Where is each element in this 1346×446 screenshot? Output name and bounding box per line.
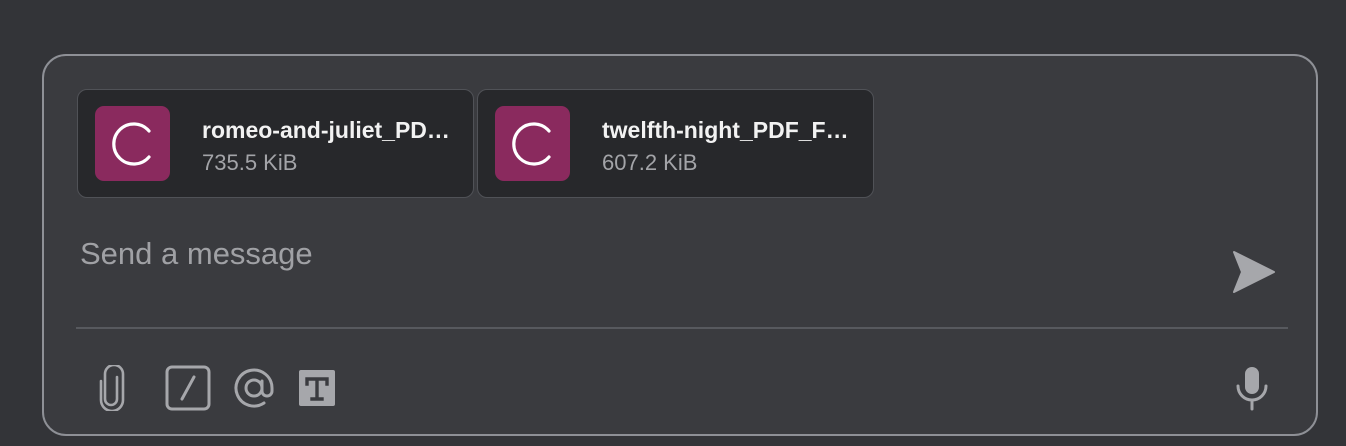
mention-button[interactable] [228, 362, 280, 414]
message-input[interactable] [80, 234, 1180, 274]
at-mention-icon [234, 368, 274, 408]
paperclip-icon [99, 365, 125, 411]
attach-file-button[interactable] [86, 362, 138, 414]
attachment-list: romeo-and-juliet_PDF_FolgerShakespeare.p… [77, 89, 874, 198]
slash-command-icon [165, 365, 211, 411]
loading-spinner-icon [95, 106, 170, 181]
slash-command-button[interactable] [162, 362, 214, 414]
attachment-name: twelfth-night_PDF_FolgerShakespeare.pdf [602, 117, 854, 143]
attachment-size: 607.2 KiB [602, 150, 698, 175]
composer-divider [76, 327, 1288, 329]
attachment-card[interactable]: twelfth-night_PDF_FolgerShakespeare.pdf … [477, 89, 874, 198]
send-icon [1233, 251, 1275, 293]
send-button[interactable] [1224, 244, 1280, 300]
text-format-button[interactable] [291, 362, 343, 414]
voice-input-button[interactable] [1226, 362, 1278, 414]
attachment-name: romeo-and-juliet_PDF_FolgerShakespeare.p… [202, 117, 454, 143]
message-composer: romeo-and-juliet_PDF_FolgerShakespeare.p… [42, 54, 1318, 436]
loading-spinner-icon [495, 106, 570, 181]
microphone-icon [1236, 367, 1268, 411]
text-format-icon [299, 370, 335, 406]
attachment-size: 735.5 KiB [202, 150, 298, 175]
attachment-card[interactable]: romeo-and-juliet_PDF_FolgerShakespeare.p… [77, 89, 474, 198]
